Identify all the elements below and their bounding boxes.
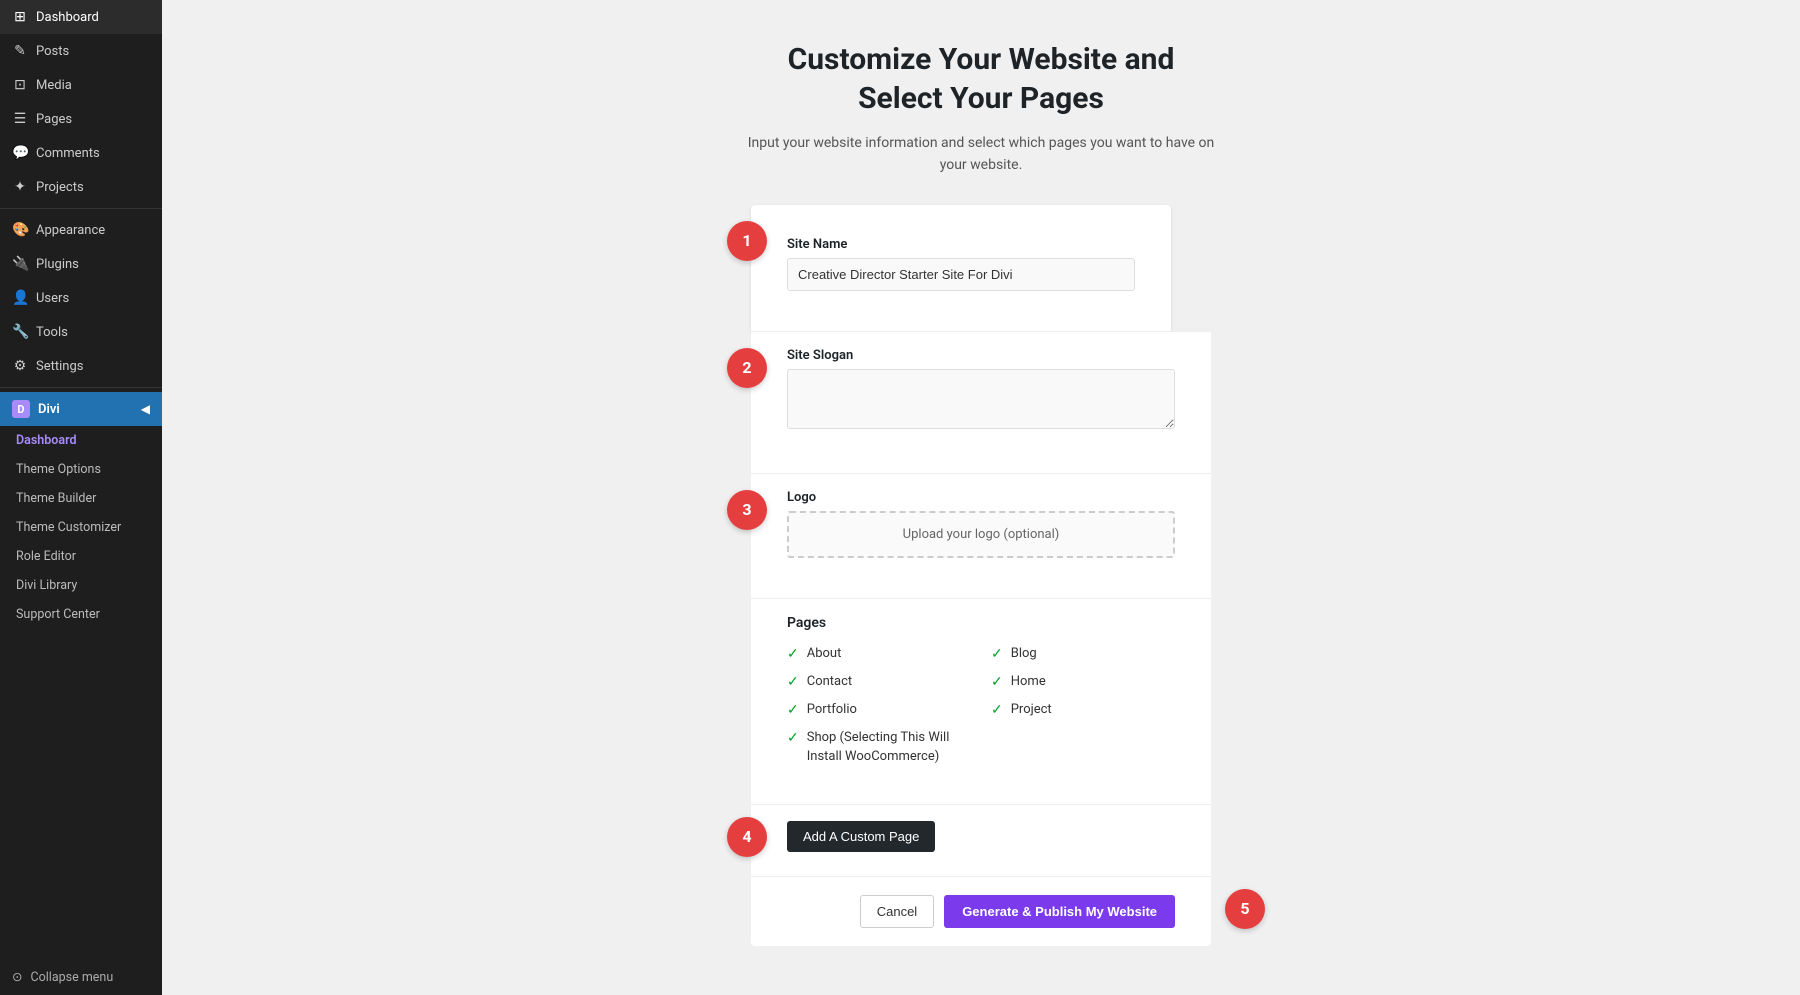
site-slogan-label: Site Slogan — [787, 348, 1175, 363]
check-contact-icon: ✓ — [787, 674, 799, 690]
check-home-icon: ✓ — [991, 674, 1003, 690]
divi-sub-dashboard[interactable]: Dashboard — [0, 426, 162, 455]
logo-label: Logo — [787, 490, 1175, 505]
page-contact[interactable]: ✓ Contact — [787, 673, 971, 691]
sidebar-item-users[interactable]: 👤 Users — [0, 281, 162, 315]
sidebar-item-projects[interactable]: ✦ Projects — [0, 170, 162, 204]
check-shop-icon: ✓ — [787, 730, 799, 746]
divi-sub-library[interactable]: Divi Library — [0, 571, 162, 600]
check-portfolio-icon: ✓ — [787, 702, 799, 718]
pages-label: Pages — [787, 615, 1175, 631]
divider-2 — [0, 387, 162, 388]
page-subtitle: Input your website information and selec… — [741, 132, 1221, 177]
comments-icon: 💬 — [12, 145, 28, 161]
sidebar-item-plugins[interactable]: 🔌 Plugins — [0, 247, 162, 281]
site-name-card: Site Name — [751, 205, 1171, 332]
publish-button[interactable]: Generate & Publish My Website — [944, 895, 1175, 928]
sidebar-item-comments[interactable]: 💬 Comments — [0, 136, 162, 170]
logo-upload-area[interactable]: Upload your logo (optional) — [787, 511, 1175, 558]
sidebar: ⊞ Dashboard ✎ Posts ⊡ Media ☰ Pages 💬 Co… — [0, 0, 162, 995]
site-slogan-card: Site Slogan — [751, 332, 1211, 474]
logo-card: Logo Upload your logo (optional) — [751, 474, 1211, 599]
step4-bubble-wrapper: 4 — [727, 817, 767, 857]
projects-icon: ✦ — [12, 179, 28, 195]
divider — [0, 208, 162, 209]
sidebar-item-pages[interactable]: ☰ Pages — [0, 102, 162, 136]
logo-group: Logo Upload your logo (optional) — [787, 490, 1175, 558]
step3-group: 3 Logo Upload your logo (optional) — [751, 474, 1211, 599]
sidebar-item-dashboard[interactable]: ⊞ Dashboard — [0, 0, 162, 34]
divi-sub-theme-customizer[interactable]: Theme Customizer — [0, 513, 162, 542]
step2-group: 2 Site Slogan — [751, 332, 1211, 474]
site-slogan-group: Site Slogan — [787, 348, 1175, 433]
main-content: Customize Your Website and Select Your P… — [162, 0, 1800, 995]
page-home[interactable]: ✓ Home — [991, 673, 1175, 691]
step2-bubble: 2 — [727, 348, 767, 388]
step3-bubble: 3 — [727, 490, 767, 530]
step5-bubble: 5 — [1225, 889, 1265, 929]
form-footer: Cancel Generate & Publish My Website — [751, 877, 1211, 946]
collapse-menu-button[interactable]: ⊙ Collapse menu — [0, 959, 162, 995]
footer-group: Cancel Generate & Publish My Website 5 — [751, 877, 1211, 946]
site-slogan-input[interactable] — [787, 369, 1175, 429]
users-icon: 👤 — [12, 290, 28, 306]
appearance-icon: 🎨 — [12, 222, 28, 238]
step4-group: 4 Add A Custom Page — [751, 805, 1211, 877]
add-custom-page-button[interactable]: Add A Custom Page — [787, 821, 935, 852]
divi-arrow-icon: ◀ — [141, 402, 150, 416]
sidebar-item-appearance[interactable]: 🎨 Appearance — [0, 213, 162, 247]
divi-sub-support[interactable]: Support Center — [0, 600, 162, 629]
step1-bubble-wrapper: 1 — [727, 221, 767, 261]
settings-icon: ⚙ — [12, 358, 28, 374]
check-blog-icon: ✓ — [991, 646, 1003, 662]
pages-group: Pages ✓ About ✓ Blog ✓ Contact — [751, 599, 1211, 805]
page-project[interactable]: ✓ Project — [991, 701, 1175, 719]
page-portfolio[interactable]: ✓ Portfolio — [787, 701, 971, 719]
site-name-group: Site Name — [787, 237, 1135, 291]
step2-bubble-wrapper: 2 — [727, 348, 767, 388]
sidebar-item-tools[interactable]: 🔧 Tools — [0, 315, 162, 349]
site-name-input[interactable] — [787, 258, 1135, 291]
check-about-icon: ✓ — [787, 646, 799, 662]
add-custom-card: Add A Custom Page — [751, 805, 1211, 877]
sidebar-item-posts[interactable]: ✎ Posts — [0, 34, 162, 68]
tools-icon: 🔧 — [12, 324, 28, 340]
sidebar-item-media[interactable]: ⊡ Media — [0, 68, 162, 102]
step1-group: 1 Site Name — [751, 205, 1211, 332]
divi-sub-role-editor[interactable]: Role Editor — [0, 542, 162, 571]
page-about[interactable]: ✓ About — [787, 645, 971, 663]
dashboard-icon: ⊞ — [12, 9, 28, 25]
page-blog[interactable]: ✓ Blog — [991, 645, 1175, 663]
pages-icon: ☰ — [12, 111, 28, 127]
step3-bubble-wrapper: 3 — [727, 490, 767, 530]
media-icon: ⊡ — [12, 77, 28, 93]
divi-submenu: Dashboard Theme Options Theme Builder Th… — [0, 426, 162, 629]
site-name-label: Site Name — [787, 237, 1135, 252]
pages-grid: ✓ About ✓ Blog ✓ Contact ✓ — [787, 645, 1175, 766]
divi-sub-theme-builder[interactable]: Theme Builder — [0, 484, 162, 513]
divi-label: Divi — [38, 402, 60, 417]
page-title: Customize Your Website and Select Your P… — [788, 40, 1175, 118]
step4-bubble: 4 — [727, 817, 767, 857]
divi-icon: D — [12, 400, 30, 418]
check-project-icon: ✓ — [991, 702, 1003, 718]
page-shop[interactable]: ✓ Shop (Selecting This Will Install WooC… — [787, 729, 971, 765]
posts-icon: ✎ — [12, 43, 28, 59]
divi-sub-theme-options[interactable]: Theme Options — [0, 455, 162, 484]
pages-card: Pages ✓ About ✓ Blog ✓ Contact — [751, 599, 1211, 805]
step5-bubble-wrapper: 5 — [1225, 889, 1265, 929]
form-container: 1 Site Name 2 Site Slogan — [751, 205, 1211, 946]
step1-bubble: 1 — [727, 221, 767, 261]
divi-section-header[interactable]: D Divi ◀ — [0, 392, 162, 426]
plugins-icon: 🔌 — [12, 256, 28, 272]
cancel-button[interactable]: Cancel — [860, 895, 934, 928]
sidebar-item-settings[interactable]: ⚙ Settings — [0, 349, 162, 383]
collapse-icon: ⊙ — [12, 969, 22, 985]
